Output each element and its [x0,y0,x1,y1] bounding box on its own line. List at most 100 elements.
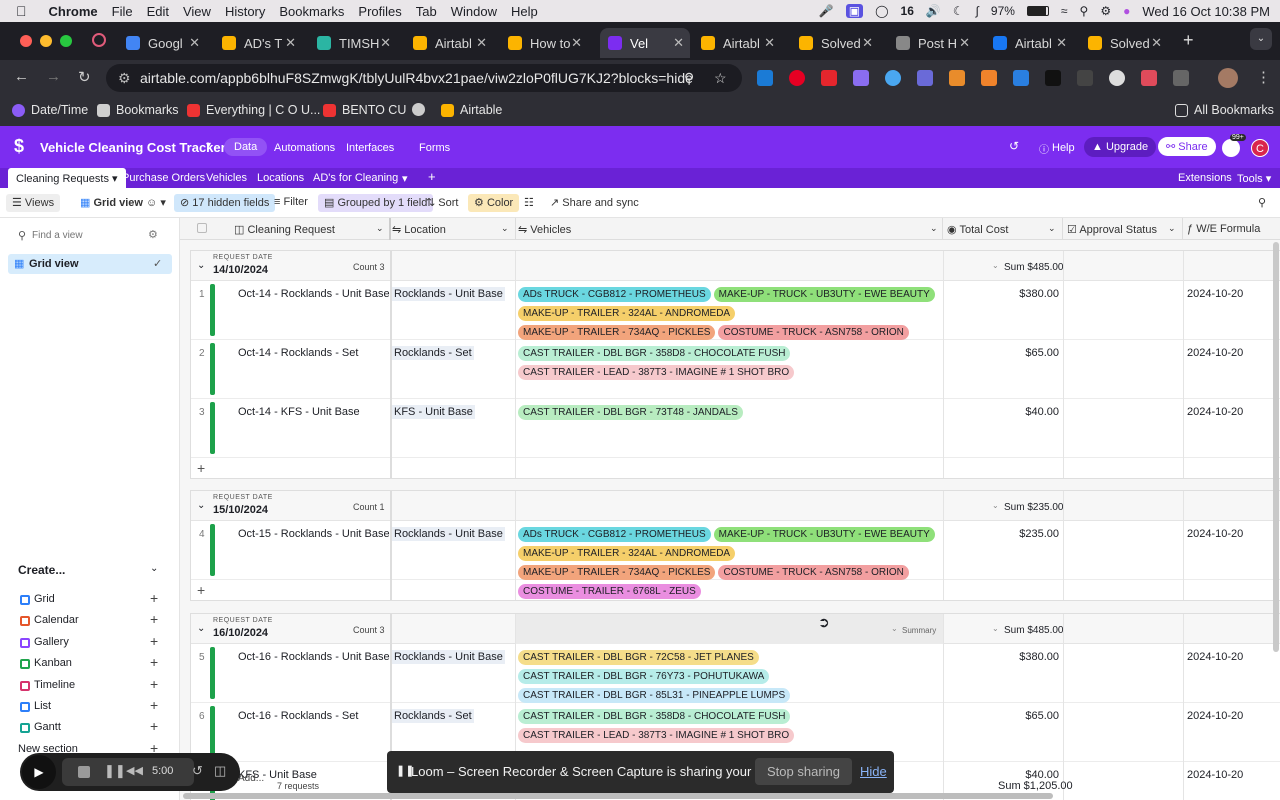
chevron-down-icon[interactable]: ⌄ [501,223,509,234]
shield-icon[interactable]: ◯ [875,4,888,18]
views-toggle[interactable]: ☰ Views [6,194,61,212]
close-tab-icon[interactable]: ✕ [764,35,775,51]
extension-icon-12[interactable] [1109,70,1125,86]
chevron-down-icon[interactable]: ⌄ [1168,223,1176,234]
browser-tab[interactable]: AD's T ✕ [214,28,302,58]
browser-tab[interactable]: Solved ✕ [791,28,879,58]
nav-data[interactable]: Data [224,138,268,156]
total-cost-cell[interactable]: $235.00 [961,528,1059,540]
vehicle-chip[interactable]: MAKE-UP - TRAILER - 734AQ - PICKLES [518,325,716,340]
color-button[interactable]: ⚙ Color [468,194,520,212]
nav-automations[interactable]: Automations [274,142,335,154]
siri-icon[interactable]: ● [1123,4,1130,18]
back-icon[interactable]: ← [14,68,29,85]
close-tab-icon[interactable]: ✕ [959,35,970,51]
create-item-timeline[interactable]: Timeline + [0,676,180,696]
vertical-scrollbar[interactable] [1273,242,1279,652]
column-we-formula[interactable]: ƒ W/E Formula [1187,223,1260,235]
tab-vehicles[interactable]: Vehicles [206,172,247,184]
cleaning-request-cell[interactable]: Oct-16 - Rocklands - Set [238,710,358,722]
vehicles-cell[interactable]: CAST TRAILER - DBL BGR - 358D8 - CHOCOLA… [518,708,938,746]
tab-locations[interactable]: Locations [257,172,304,184]
total-cost-cell[interactable]: $65.00 [961,710,1059,722]
vehicle-chip[interactable]: COSTUME - TRAILER - 6768L - ZEUS [518,584,701,599]
close-tab-icon[interactable]: ✕ [476,35,487,51]
pause-icon[interactable]: ❚❚ [104,763,126,779]
tools-button[interactable]: Tools ▾ [1237,172,1271,185]
spotlight-icon[interactable]: ⚲ [1080,4,1089,18]
extension-icon-13[interactable] [1141,70,1157,86]
vehicles-cell[interactable]: CAST TRAILER - DBL BGR - 72C58 - JET PLA… [518,649,938,706]
pen-icon[interactable] [1013,70,1029,86]
vehicle-chip[interactable]: COSTUME - TRUCK - ASN758 - ORION [718,565,909,580]
vehicle-chip[interactable]: COSTUME - TRUCK - ASN758 - ORION [718,325,909,340]
vehicles-cell[interactable]: ADs TRUCK - CGB812 - PROMETHEUS MAKE-UP -… [518,526,938,602]
chevron-down-icon[interactable]: ⌄ [150,563,158,574]
collapse-chevron-icon[interactable]: ⌄ [197,623,205,634]
vehicle-chip[interactable]: CAST TRAILER - DBL BGR - 76Y73 - POHUTUK… [518,669,770,684]
upgrade-button[interactable]: ▲ Upgrade [1084,137,1157,157]
minimize-window-button[interactable] [40,35,52,47]
profile-avatar[interactable] [1218,68,1238,88]
total-cost-cell[interactable]: $40.00 [961,406,1059,418]
view-switcher[interactable]: ▦ Grid view ☺ ▾ [80,196,166,209]
moon-icon[interactable]: ☾ [953,4,964,18]
extension-icon-1[interactable] [757,70,773,86]
share-sync-button[interactable]: ↗ Share and sync [550,196,639,209]
browser-tab[interactable]: Airtabl ✕ [985,28,1073,58]
bookmark-datetime[interactable]: Date/Time [12,103,88,117]
vehicle-chip[interactable]: ADs TRUCK - CGB812 - PROMETHEUS [518,527,711,542]
location-chip[interactable]: Rocklands - Unit Base [392,650,505,664]
extension-icon-3[interactable] [821,70,837,86]
location-chip[interactable]: KFS - Unit Base [392,405,475,419]
nav-forms[interactable]: Forms [419,142,450,154]
bookmark-star-icon[interactable]: ☆ [714,64,727,92]
address-bar[interactable]: ⚙ airtable.com/appb6blhuF8SZmwgK/tblyUul… [106,64,742,92]
vehicle-chip[interactable]: MAKE-UP - TRAILER - 324AL - ANDROMEDA [518,306,736,321]
tab-search-button[interactable]: ⌄ [1250,28,1272,50]
chevron-down-icon[interactable]: ⌄ [1048,223,1056,234]
close-tab-icon[interactable]: ✕ [189,35,200,51]
screen-share-icon[interactable]: ▣ [845,4,864,18]
cleaning-request-cell[interactable]: Oct-15 - Rocklands - Unit Base [238,528,390,540]
site-info-icon[interactable]: ⚙ [118,64,131,92]
browser-tab[interactable]: Post H ✕ [888,28,976,58]
share-button[interactable]: ⚯ Share [1158,137,1216,156]
browser-tab[interactable]: Airtabl ✕ [693,28,781,58]
browser-tab[interactable]: Solved ✕ [1080,28,1168,58]
cleaning-request-cell[interactable]: Oct-14 - Rocklands - Set [238,347,358,359]
dollar-logo-icon[interactable]: $ [14,136,24,157]
new-tab-button[interactable]: + [1183,30,1194,51]
volume-icon[interactable]: 🔊 [926,4,941,18]
nav-interfaces[interactable]: Interfaces [346,142,394,154]
horizontal-scrollbar[interactable] [183,793,1053,799]
menu-window[interactable]: Window [451,4,497,19]
location-chip[interactable]: Rocklands - Unit Base [392,527,505,541]
close-tab-icon[interactable]: ✕ [571,35,582,51]
bluetooth-icon[interactable]: ∫ [976,4,979,18]
extension-icon-4[interactable] [853,70,869,86]
vehicle-chip[interactable]: CAST TRAILER - DBL BGR - 358D8 - CHOCOLA… [518,709,791,724]
select-all-checkbox[interactable] [197,223,207,233]
stop-icon[interactable] [78,766,90,778]
column-location[interactable]: ⇋ Location [392,223,446,236]
vehicle-chip[interactable]: CAST TRAILER - LEAD - 387T3 - IMAGINE # … [518,365,795,380]
browser-tab[interactable]: How to ✕ [500,28,588,58]
zoom-icon[interactable]: ⚲ [684,64,694,92]
view-item-grid[interactable]: ▦ Grid view ✓ [8,254,172,274]
vehicle-chip[interactable]: CAST TRAILER - LEAD - 387T3 - IMAGINE # … [518,728,795,743]
cleaning-request-cell[interactable]: Oct-14 - KFS - Unit Base [238,406,360,418]
bookmark-airtable[interactable]: Airtable [441,103,502,117]
total-cost-cell[interactable]: $380.00 [961,651,1059,663]
menu-tab[interactable]: Tab [416,4,437,19]
bookmark-globe[interactable] [412,103,431,116]
cleaning-request-cell[interactable]: Oct-14 - Rocklands - Unit Base [238,288,390,300]
table-row[interactable]: 1 Oct-14 - Rocklands - Unit Base Rocklands… [191,281,1280,359]
apple-icon[interactable]:  [16,3,27,19]
vehicle-chip[interactable]: MAKE-UP - TRUCK - UB3UTY - EWE BEAUTY [713,287,935,302]
user-avatar[interactable]: C [1251,139,1269,157]
create-item-calendar[interactable]: Calendar + [0,611,180,631]
menubar-app-name[interactable]: Chrome [49,4,98,19]
add-row-plus-icon[interactable]: + [197,460,205,476]
vehicles-summary-cell[interactable] [515,614,943,644]
